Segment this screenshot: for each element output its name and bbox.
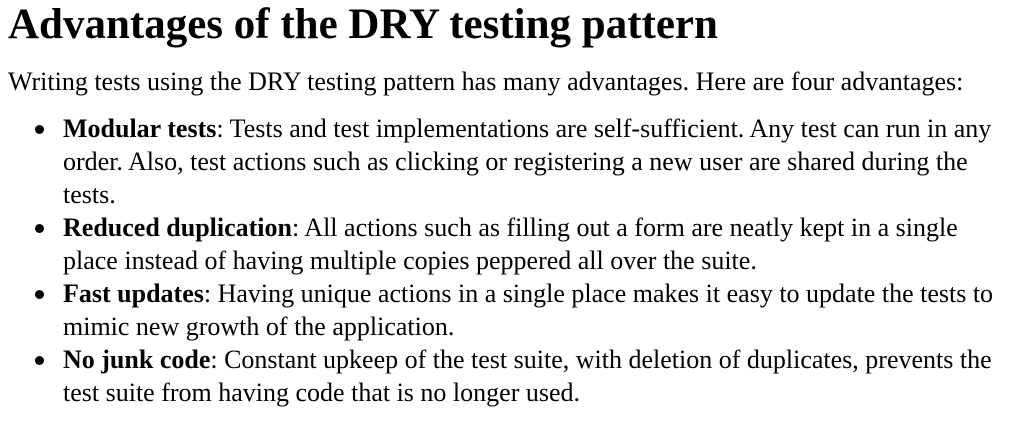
document-page: Advantages of the DRY testing pattern Wr… (0, 0, 1015, 448)
advantages-list: Modular tests: Tests and test implementa… (8, 112, 998, 409)
bullet-icon (35, 290, 44, 299)
bullet-icon (35, 224, 44, 233)
list-item-term: Modular tests (63, 114, 217, 143)
list-item-separator: : (203, 279, 212, 308)
list-item-separator: : (210, 345, 218, 374)
list-item-separator: : (216, 114, 224, 143)
bullet-icon (35, 125, 44, 134)
bullet-icon (35, 356, 44, 365)
list-item-fast-updates: Fast updates: Having unique actions in a… (35, 277, 998, 343)
list-item-modular-tests: Modular tests: Tests and test implementa… (35, 112, 998, 211)
list-item-no-junk-code: No junk code: Constant upkeep of the tes… (35, 343, 998, 409)
list-item-reduced-duplication: Reduced duplication: All actions such as… (35, 211, 998, 277)
list-item-term: Fast updates (63, 279, 204, 308)
intro-paragraph: Writing tests using the DRY testing patt… (8, 67, 964, 96)
list-item-term: No junk code (63, 345, 211, 374)
list-item-term: Reduced duplication (63, 213, 292, 242)
page-title: Advantages of the DRY testing pattern (8, 1, 718, 48)
